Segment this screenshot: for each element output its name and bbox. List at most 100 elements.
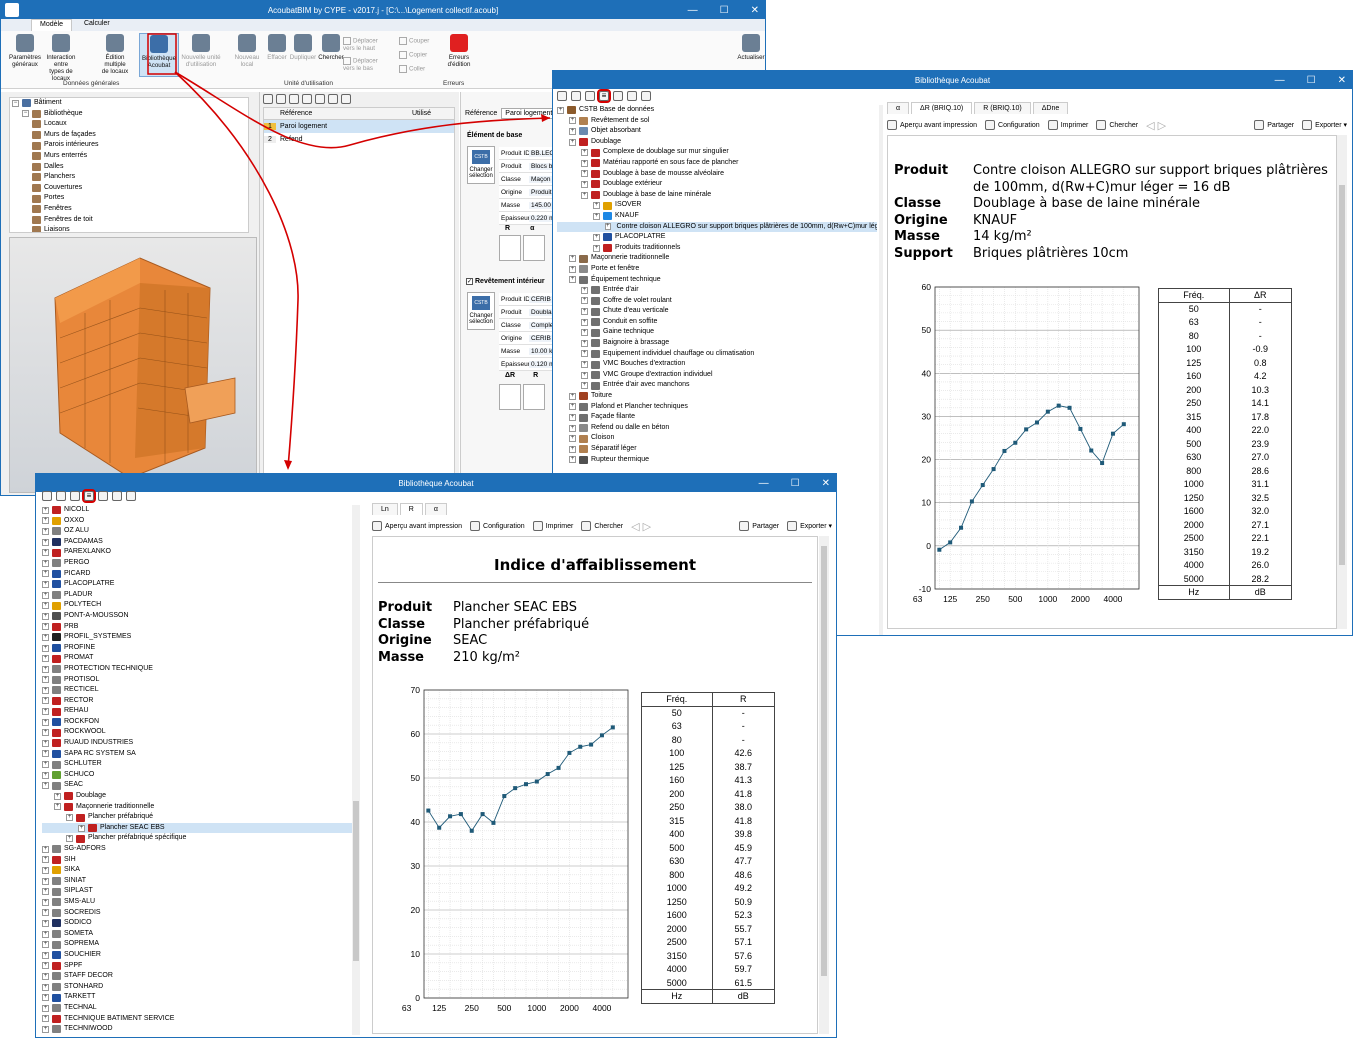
- tree-item[interactable]: + Entrée d'air avec manchons: [557, 380, 877, 391]
- tree-item[interactable]: + TECHNIWOOD: [42, 1024, 352, 1035]
- expand-toggle[interactable]: +: [42, 750, 49, 758]
- tree-item[interactable]: + Refend ou dalle en béton: [557, 423, 877, 434]
- maximize-icon[interactable]: ☐: [791, 478, 800, 489]
- tree-item[interactable]: + ROCKFON: [42, 717, 352, 728]
- table-row[interactable]: 2 Refend: [264, 133, 454, 146]
- tree-item[interactable]: + PAREXLANKO: [42, 547, 352, 558]
- tree-item[interactable]: + Maçonnerie traditionnelle: [557, 253, 877, 264]
- expand-toggle[interactable]: +: [66, 814, 73, 822]
- tree-item[interactable]: + RECTOR: [42, 696, 352, 707]
- gear-button[interactable]: Paramètres généraux: [5, 33, 45, 68]
- change-selection-button-2[interactable]: CSTB Changer sélection: [467, 292, 495, 330]
- tree-item[interactable]: + SMS-ALU: [42, 897, 352, 908]
- new-unit-button[interactable]: Nouvelle unité d'utilisation: [181, 33, 221, 68]
- tree-item[interactable]: + RUAUD INDUSTRIES: [42, 738, 352, 749]
- change-selection-button-1[interactable]: CSTB Changer sélection: [467, 146, 495, 184]
- share-button[interactable]: Partager: [739, 521, 779, 531]
- print-preview-button[interactable]: Aperçu avant impression: [372, 521, 462, 531]
- collapse-icon[interactable]: [56, 491, 66, 501]
- copy-icon[interactable]: [302, 94, 312, 104]
- tab-item[interactable]: R: [399, 503, 423, 515]
- mini-chart-alpha[interactable]: [523, 235, 545, 261]
- tree-item[interactable]: + Objet absorbant: [557, 126, 877, 137]
- tab-calculer[interactable]: Calculer: [76, 19, 118, 31]
- cut-button[interactable]: Couper: [399, 37, 443, 45]
- tree-item[interactable]: Parois intérieures: [10, 140, 248, 151]
- expand-toggle[interactable]: +: [581, 329, 588, 337]
- tab-item[interactable]: Ln: [372, 503, 398, 515]
- export-button[interactable]: Exporter ▾: [1302, 120, 1347, 130]
- expand-toggle[interactable]: +: [569, 117, 576, 125]
- expand-toggle[interactable]: +: [42, 739, 49, 747]
- tree-item[interactable]: + Entrée d'air: [557, 285, 877, 296]
- expand-toggle[interactable]: +: [54, 792, 61, 800]
- tab-item[interactable]: R (BRIQ.10): [974, 102, 1031, 114]
- expand-toggle[interactable]: +: [593, 233, 600, 241]
- tree-item[interactable]: + Doublage à base de laine minérale: [557, 190, 877, 201]
- document-icon[interactable]: [98, 491, 108, 501]
- tree-item[interactable]: + PLACOPLATRE: [557, 232, 877, 243]
- expand-toggle[interactable]: +: [581, 191, 588, 199]
- expand-toggle[interactable]: +: [42, 665, 49, 673]
- gear-button[interactable]: Configuration: [985, 120, 1040, 130]
- tree-item[interactable]: + Plafond et Plancher techniques: [557, 402, 877, 413]
- expand-toggle[interactable]: +: [42, 686, 49, 694]
- tab-item[interactable]: α: [424, 503, 447, 515]
- tree-item[interactable]: + PROFINE: [42, 643, 352, 654]
- expand-toggle[interactable]: +: [605, 223, 611, 231]
- expand-toggle[interactable]: +: [42, 549, 49, 557]
- expand-toggle[interactable]: +: [42, 591, 49, 599]
- expand-toggle[interactable]: +: [42, 697, 49, 705]
- expand-toggle[interactable]: +: [581, 382, 588, 390]
- expand-toggle[interactable]: +: [42, 994, 49, 1002]
- edit-icon[interactable]: [627, 91, 637, 101]
- expand-toggle[interactable]: +: [569, 392, 576, 400]
- expand-toggle[interactable]: +: [42, 718, 49, 726]
- tree-item[interactable]: + PRB: [42, 622, 352, 633]
- move-up-button[interactable]: Déplacer vers le haut: [343, 37, 387, 52]
- edit-icon[interactable]: [276, 94, 286, 104]
- tree-item[interactable]: + Coffre de volet roulant: [557, 296, 877, 307]
- expand-toggle[interactable]: +: [569, 445, 576, 453]
- tree-item[interactable]: + SODICO: [42, 918, 352, 929]
- tree-item[interactable]: + PONT-A-MOUSSON: [42, 611, 352, 622]
- tree-item[interactable]: + SIPLAST: [42, 886, 352, 897]
- expand-toggle[interactable]: +: [66, 835, 73, 843]
- expand-toggle[interactable]: +: [42, 951, 49, 959]
- tree-item[interactable]: + KNAUF: [557, 211, 877, 222]
- gear-button[interactable]: Configuration: [470, 521, 525, 531]
- tree-item[interactable]: + SAPA RC SYSTEM SA: [42, 749, 352, 760]
- expand-toggle[interactable]: +: [569, 424, 576, 432]
- tree-item[interactable]: + PICARD: [42, 569, 352, 580]
- list-view-icon[interactable]: ≡: [597, 89, 611, 103]
- tree-item[interactable]: + STAFF DECOR: [42, 971, 352, 982]
- tree-item[interactable]: + VMC Bouches d'extraction: [557, 359, 877, 370]
- expand-toggle[interactable]: +: [42, 888, 49, 896]
- tree-item[interactable]: + PROMAT: [42, 653, 352, 664]
- expand-toggle[interactable]: +: [593, 202, 600, 210]
- tree-item[interactable]: + PERGO: [42, 558, 352, 569]
- maximize-icon[interactable]: ☐: [720, 5, 729, 16]
- expand-toggle[interactable]: +: [569, 127, 576, 135]
- binoculars-icon[interactable]: [70, 491, 80, 501]
- bottom-report-scrollbar[interactable]: [819, 536, 829, 1034]
- tree-item[interactable]: + PROTISOL: [42, 675, 352, 686]
- expand-toggle[interactable]: +: [581, 180, 588, 188]
- tree-item[interactable]: + Façade filante: [557, 412, 877, 423]
- expand-toggle[interactable]: +: [42, 909, 49, 917]
- expand-toggle[interactable]: +: [557, 106, 564, 114]
- tree-item[interactable]: + SEAC: [42, 780, 352, 791]
- tree-item[interactable]: + PLACOPLATRE: [42, 579, 352, 590]
- expand-toggle[interactable]: +: [42, 983, 49, 991]
- tree-item[interactable]: + Plancher préfabriqué spécifique: [42, 833, 352, 844]
- tree-item[interactable]: Fenêtres de toit: [10, 215, 248, 226]
- expand-toggle[interactable]: +: [42, 919, 49, 927]
- copy-button[interactable]: Copier: [399, 51, 443, 59]
- tree-item[interactable]: + RECTICEL: [42, 685, 352, 696]
- tree-item[interactable]: + POLYTECH: [42, 600, 352, 611]
- tree-item[interactable]: + Complexe de doublage sur mur singulier: [557, 147, 877, 158]
- nav-arrows[interactable]: ◁ ▷: [1146, 119, 1246, 132]
- tree-item[interactable]: Dalles: [10, 162, 248, 173]
- tree-item[interactable]: + Matériau rapporté en sous face de planc…: [557, 158, 877, 169]
- tree-item[interactable]: + PROFIL_SYSTEMES: [42, 632, 352, 643]
